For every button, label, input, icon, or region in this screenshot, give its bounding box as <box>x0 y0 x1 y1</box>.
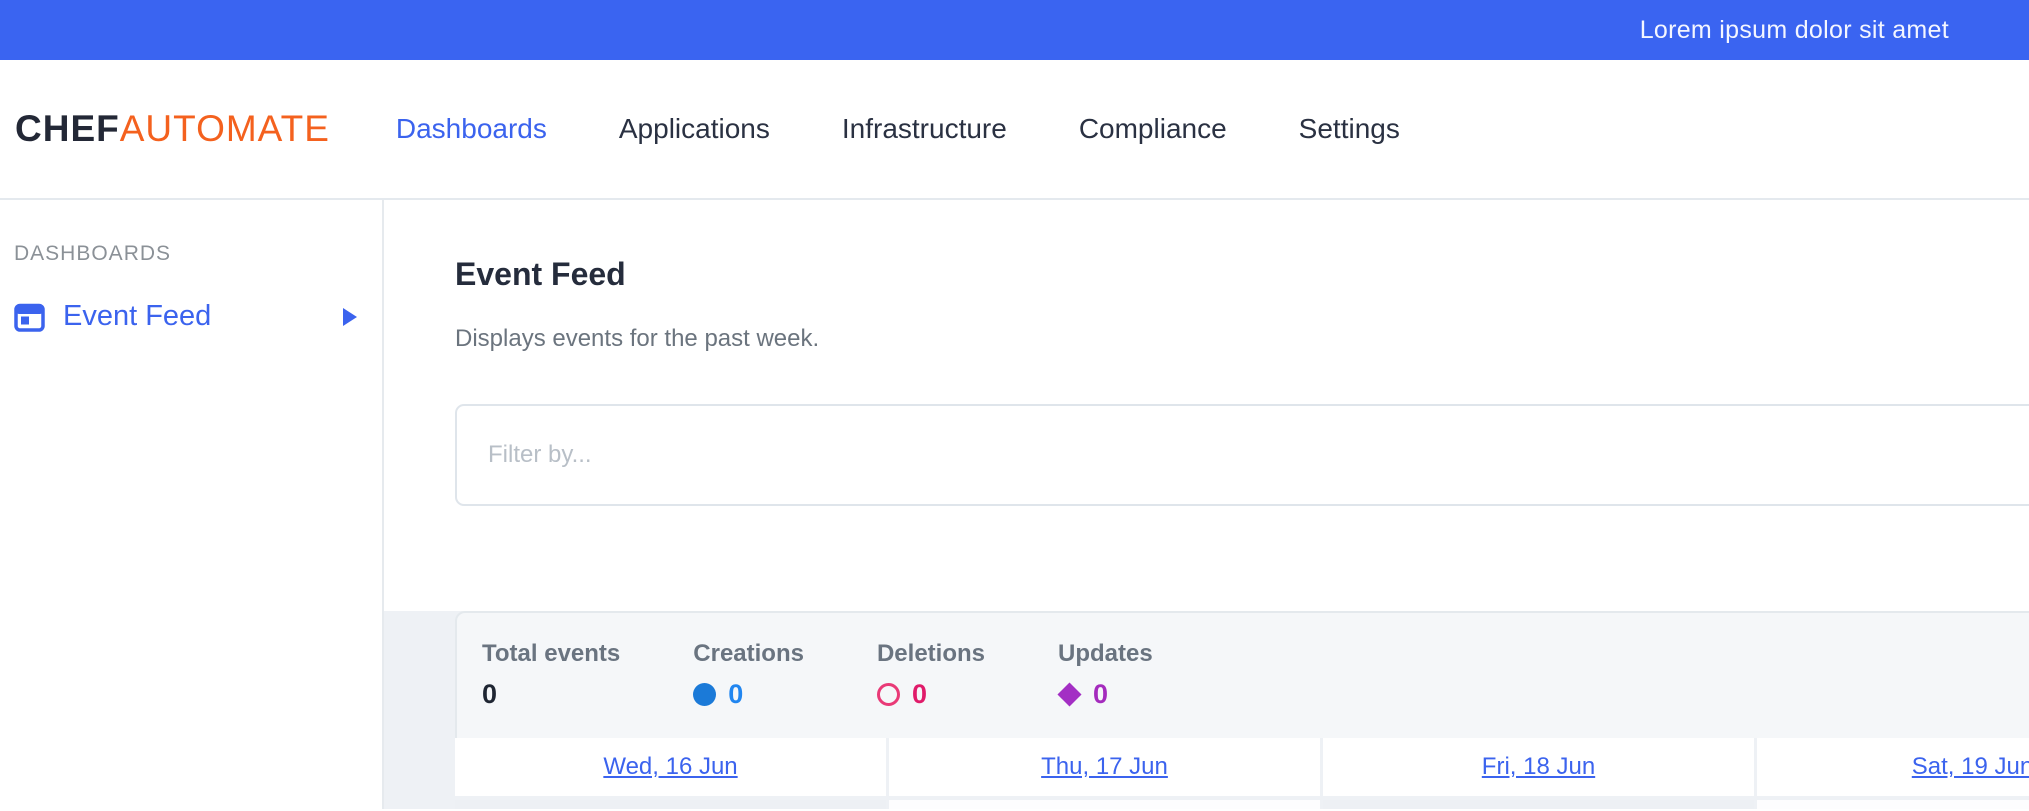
app-header: CHEFAUTOMATE Dashboards Applications Inf… <box>0 60 2029 200</box>
day-link-fri-18-jun[interactable]: Fri, 18 Jun <box>1482 753 1595 781</box>
stat-value: 0 <box>482 679 497 710</box>
day-cell: Thu, 17 Jun <box>889 738 1320 796</box>
calendar-icon <box>14 302 45 332</box>
timeline-grid: Wed, 16 Jun Thu, 17 Jun Fri, 18 Jun Sat,… <box>455 738 2029 809</box>
stat-label: Updates <box>1058 639 1153 669</box>
updates-marker-icon <box>1057 682 1081 706</box>
top-banner: Lorem ipsum dolor sit amet <box>0 0 2029 60</box>
stat-value: 0 <box>912 679 927 710</box>
stat-updates: Updates 0 <box>1058 639 1153 738</box>
event-counts-card: Total events 0 Creations 0 Deletions 0 U… <box>455 611 2029 738</box>
day-link-wed-16-jun[interactable]: Wed, 16 Jun <box>603 753 737 781</box>
sidebar: DASHBOARDS Event Feed <box>0 200 384 809</box>
stat-creations: Creations 0 <box>693 639 804 738</box>
sidebar-section-label: DASHBOARDS <box>0 242 382 266</box>
filter-input[interactable] <box>455 404 2029 506</box>
page-subtitle: Displays events for the past week. <box>455 324 2029 354</box>
day-cell: Fri, 18 Jun <box>1323 738 1754 796</box>
stat-value: 0 <box>1093 679 1108 710</box>
deletions-marker-icon <box>877 683 900 706</box>
day-header-row: Wed, 16 Jun Thu, 17 Jun Fri, 18 Jun Sat,… <box>455 738 2029 796</box>
main-nav: Dashboards Applications Infrastructure C… <box>396 113 1400 145</box>
chevron-right-icon <box>343 308 357 326</box>
day-cell: Wed, 16 Jun <box>455 738 886 796</box>
stat-deletions: Deletions 0 <box>877 639 985 738</box>
event-feed-section: Total events 0 Creations 0 Deletions 0 U… <box>384 611 2029 809</box>
creations-marker-icon <box>693 683 716 706</box>
chef-automate-logo[interactable]: CHEFAUTOMATE <box>15 108 330 150</box>
sidebar-item-label: Event Feed <box>63 300 343 333</box>
stat-value: 0 <box>728 679 743 710</box>
stripe-cell <box>1323 800 1754 809</box>
day-link-sat-19-jun[interactable]: Sat, 19 Jun <box>1912 753 2029 781</box>
stat-label: Deletions <box>877 639 985 669</box>
sidebar-item-event-feed[interactable]: Event Feed <box>0 296 382 337</box>
nav-compliance[interactable]: Compliance <box>1079 113 1227 145</box>
nav-applications[interactable]: Applications <box>619 113 770 145</box>
logo-chef: CHEF <box>15 108 120 149</box>
stripe-cell <box>1757 800 2029 809</box>
main-content: Event Feed Displays events for the past … <box>384 200 2029 809</box>
nav-dashboards[interactable]: Dashboards <box>396 113 547 145</box>
stripe-cell <box>455 800 886 809</box>
stat-total-events: Total events 0 <box>482 639 620 738</box>
day-cell: Sat, 19 Jun <box>1757 738 2029 796</box>
stat-label: Total events <box>482 639 620 669</box>
nav-infrastructure[interactable]: Infrastructure <box>842 113 1007 145</box>
nav-settings[interactable]: Settings <box>1299 113 1400 145</box>
page-title: Event Feed <box>455 254 2029 294</box>
stripe-cell <box>889 800 1320 809</box>
logo-automate: AUTOMATE <box>120 108 330 149</box>
stat-label: Creations <box>693 639 804 669</box>
banner-message: Lorem ipsum dolor sit amet <box>1640 16 1949 45</box>
timeline-stripe-row <box>455 800 2029 809</box>
day-link-thu-17-jun[interactable]: Thu, 17 Jun <box>1041 753 1168 781</box>
